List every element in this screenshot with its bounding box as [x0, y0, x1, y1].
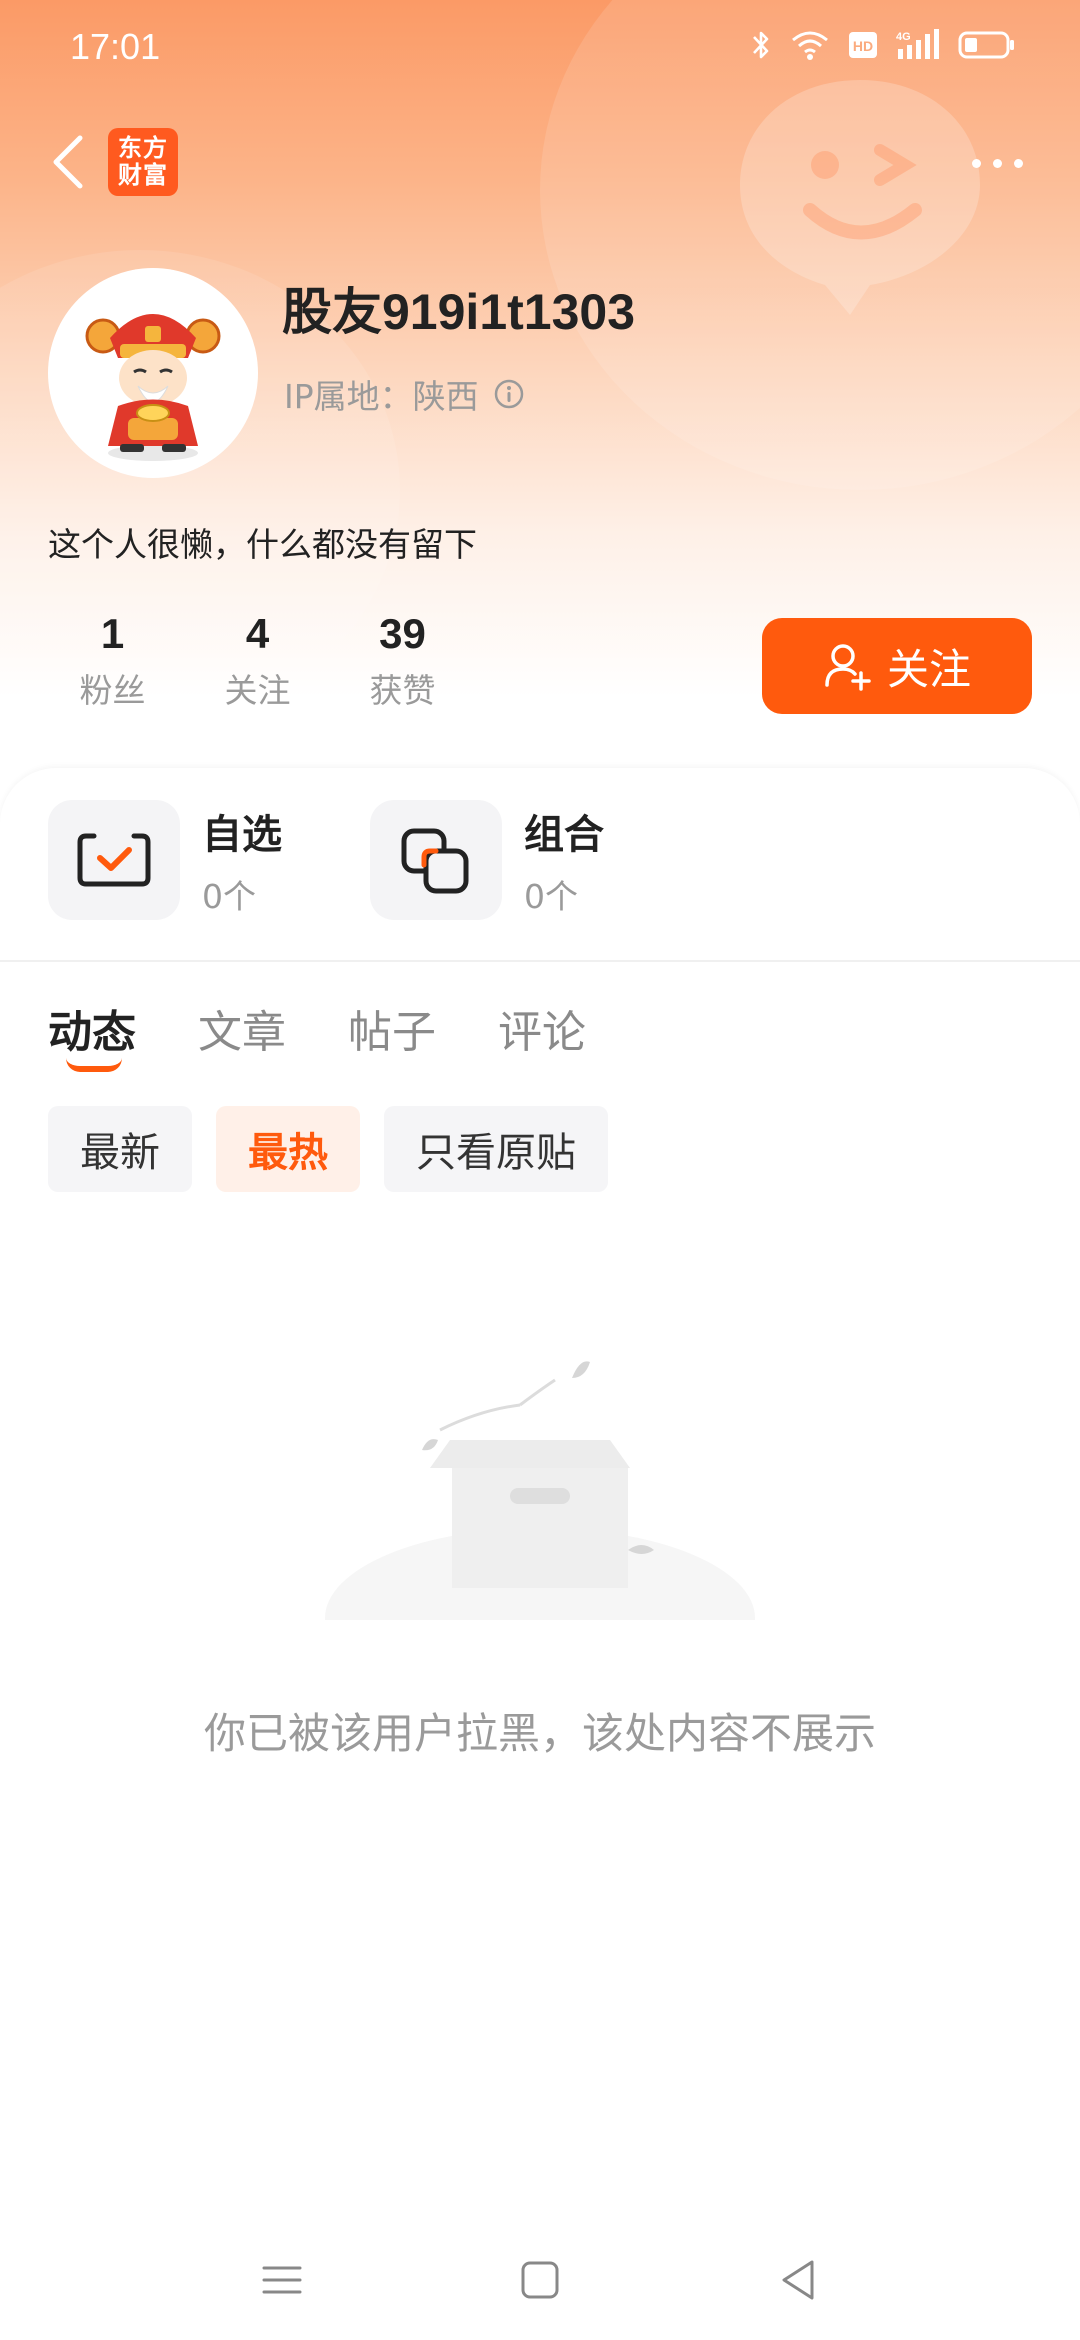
tab-posts[interactable]: 帖子	[348, 996, 436, 1060]
avatar[interactable]	[48, 268, 258, 478]
ip-location: IP属地：陕西	[284, 377, 479, 416]
stat-label: 关注	[224, 671, 291, 710]
filter-chips: 最新 最热 只看原贴	[48, 1106, 608, 1192]
svg-text:4G: 4G	[896, 31, 911, 43]
follow-button-label: 关注	[886, 644, 971, 694]
status-time: 17:01	[70, 26, 161, 67]
tab-label: 动态	[48, 1007, 136, 1058]
follow-button[interactable]: 关注	[762, 618, 1032, 714]
watchlist-icon	[48, 800, 180, 920]
system-navigation-bar	[0, 2220, 1080, 2340]
asset-title: 自选	[202, 812, 282, 858]
filter-original-only[interactable]: 只看原贴	[384, 1106, 608, 1192]
stat-value: 4	[245, 610, 270, 657]
stat-value: 1	[100, 610, 125, 657]
bluetooth-icon	[753, 31, 769, 59]
hd-icon: HD	[849, 32, 877, 58]
asset-count: 0个	[524, 877, 578, 916]
username: 股友919i1t1303	[282, 284, 636, 340]
section-divider	[0, 960, 1080, 962]
tab-comments[interactable]: 评论	[498, 996, 586, 1060]
stat-value: 39	[379, 610, 426, 657]
wifi-icon	[792, 31, 828, 60]
stats-row: 1 粉丝 4 关注 39 获赞	[40, 610, 475, 712]
asset-title: 组合	[524, 812, 604, 858]
menu-icon[interactable]	[252, 2250, 312, 2310]
app-logo-text: 东方	[118, 134, 168, 162]
active-tab-indicator	[66, 1058, 122, 1072]
stat-following[interactable]: 4 关注	[185, 610, 330, 712]
asset-portfolio[interactable]: 组合 0个	[370, 800, 644, 920]
filter-hottest[interactable]: 最热	[216, 1106, 360, 1192]
caishen-avatar-icon	[85, 314, 221, 461]
home-icon[interactable]	[510, 2250, 570, 2310]
signal-4g-icon: 4G	[896, 29, 939, 59]
smiley-bubble-icon	[740, 80, 980, 315]
back-triangle-icon[interactable]	[768, 2250, 828, 2310]
asset-watchlist[interactable]: 自选 0个	[48, 800, 322, 920]
back-arrow-icon[interactable]	[44, 130, 94, 194]
filter-latest[interactable]: 最新	[48, 1106, 192, 1192]
add-user-icon	[825, 644, 871, 691]
app-logo: 东方 财富	[108, 128, 178, 196]
ip-location-row: IP属地：陕西	[284, 370, 525, 418]
app-logo-text: 财富	[118, 161, 168, 189]
stat-followers[interactable]: 1 粉丝	[40, 610, 185, 712]
bio-text: 这个人很懒，什么都没有留下	[48, 525, 477, 564]
tab-label: 帖子	[348, 1007, 436, 1058]
tab-activity[interactable]: 动态	[48, 996, 136, 1072]
empty-box-illustration	[325, 1361, 755, 1620]
svg-text:HD: HD	[853, 38, 873, 54]
content-tabs: 动态 文章 帖子 评论	[48, 996, 586, 1072]
empty-state-message: 你已被该用户拉黑，该处内容不展示	[203, 1709, 876, 1758]
portfolio-icon	[370, 800, 502, 920]
asset-count: 0个	[202, 877, 256, 916]
info-icon[interactable]	[493, 378, 525, 410]
assets-row: 自选 0个 组合 0个	[48, 800, 644, 920]
status-icons: HD 4G	[750, 28, 1016, 62]
stat-label: 获赞	[369, 671, 436, 710]
more-options-icon[interactable]	[972, 150, 1032, 176]
tab-articles[interactable]: 文章	[198, 996, 286, 1060]
stat-likes[interactable]: 39 获赞	[330, 610, 475, 712]
stat-label: 粉丝	[79, 671, 146, 710]
tab-label: 评论	[498, 1007, 586, 1058]
tab-label: 文章	[198, 1007, 286, 1058]
battery-icon	[958, 31, 1014, 59]
status-bar: 17:01 HD 4G	[0, 0, 1080, 96]
